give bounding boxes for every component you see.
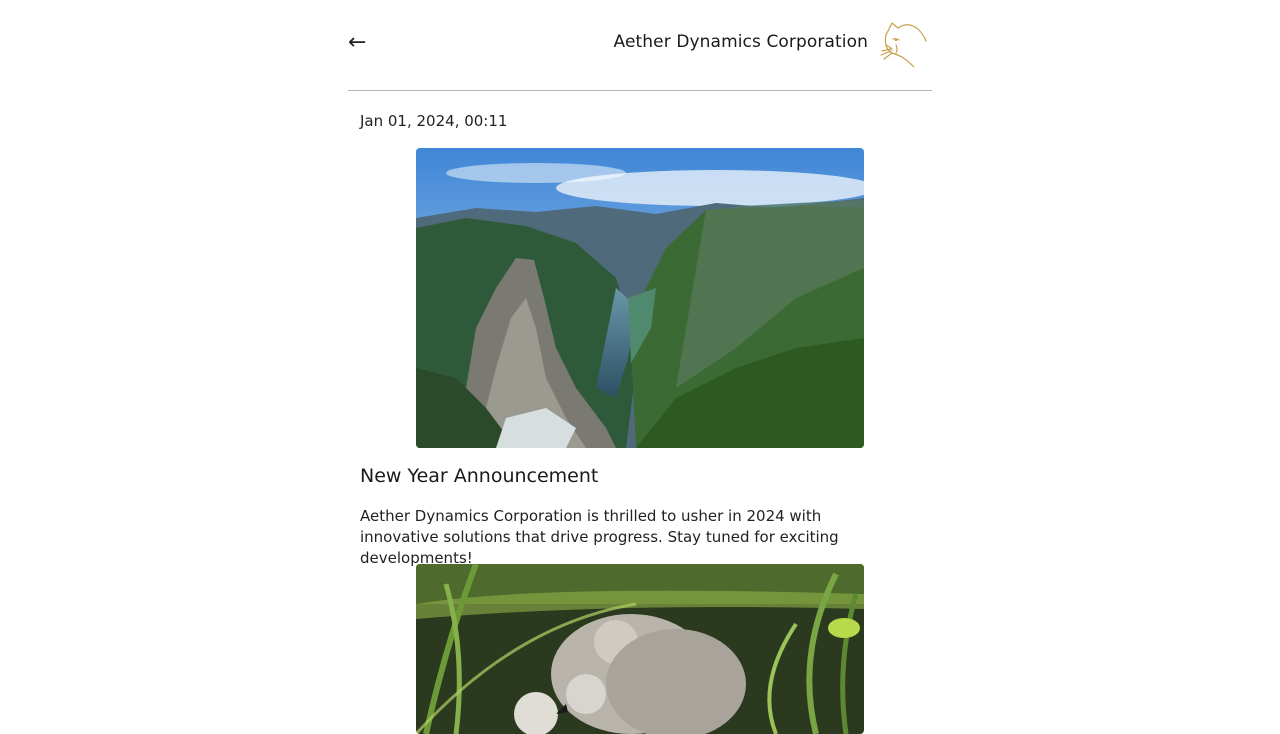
company-name: Aether Dynamics Corporation [613, 32, 868, 52]
cat-logo-icon [878, 19, 928, 69]
left-arrow-icon: ← [348, 30, 367, 55]
post-page: ← Aether Dynamics Corporation Jan 01, 20… [348, 0, 932, 734]
cygnets-in-grass-photo [416, 564, 864, 734]
fjord-mountain-photo [416, 148, 864, 448]
post-date: Jan 01, 2024, 00:11 [360, 112, 508, 130]
post-title: New Year Announcement [360, 465, 599, 487]
header: ← Aether Dynamics Corporation [348, 0, 932, 91]
back-button[interactable]: ← [348, 26, 376, 60]
post-body: Aether Dynamics Corporation is thrilled … [360, 507, 839, 567]
